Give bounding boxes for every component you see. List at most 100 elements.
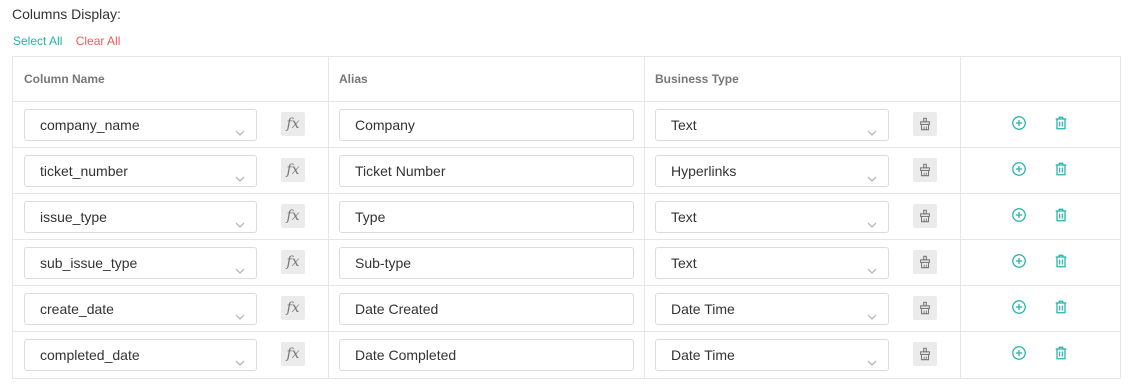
- alias-value: Date Completed: [355, 347, 457, 363]
- business-type-select[interactable]: Text: [655, 109, 889, 141]
- table-row: issue_type fx Type Text: [13, 194, 1120, 240]
- formula-button[interactable]: fx: [281, 342, 305, 366]
- formula-button[interactable]: fx: [281, 250, 305, 274]
- add-row-button[interactable]: [1011, 345, 1029, 363]
- delete-row-button[interactable]: [1053, 253, 1071, 271]
- add-row-button[interactable]: [1011, 253, 1029, 271]
- quick-actions: Select All Clear All: [13, 34, 120, 48]
- add-circle-icon: [1011, 253, 1029, 269]
- trash-icon: [1053, 299, 1071, 315]
- format-brush-icon: [918, 117, 932, 131]
- select-all-link[interactable]: Select All: [13, 34, 62, 48]
- chevron-down-icon: [866, 257, 878, 274]
- column-name-select[interactable]: completed_date: [24, 339, 257, 371]
- function-fx-icon: fx: [286, 208, 300, 224]
- trash-icon: [1053, 161, 1071, 177]
- delete-row-button[interactable]: [1053, 161, 1071, 179]
- function-fx-icon: fx: [286, 346, 300, 362]
- business-type-value: Text: [671, 117, 697, 133]
- table-row: create_date fx Date Created Date Time: [13, 286, 1120, 332]
- format-button[interactable]: [913, 204, 937, 228]
- header-business-type: Business Type: [655, 72, 739, 86]
- chevron-down-icon: [866, 303, 878, 320]
- column-name-select[interactable]: ticket_number: [24, 155, 257, 187]
- add-circle-icon: [1011, 115, 1029, 131]
- function-fx-icon: fx: [286, 162, 300, 178]
- column-name-value: issue_type: [40, 209, 107, 225]
- delete-row-button[interactable]: [1053, 299, 1071, 317]
- function-fx-icon: fx: [286, 116, 300, 132]
- column-name-select[interactable]: issue_type: [24, 201, 257, 233]
- header-alias: Alias: [339, 72, 368, 86]
- table-row: sub_issue_type fx Sub-type Text: [13, 240, 1120, 286]
- delete-row-button[interactable]: [1053, 345, 1071, 363]
- alias-value: Type: [355, 209, 386, 225]
- trash-icon: [1053, 345, 1071, 361]
- add-circle-icon: [1011, 299, 1029, 315]
- format-brush-icon: [918, 209, 932, 223]
- formula-button[interactable]: fx: [281, 158, 305, 182]
- formula-button[interactable]: fx: [281, 296, 305, 320]
- alias-input[interactable]: Company: [339, 109, 634, 141]
- formula-button[interactable]: fx: [281, 112, 305, 136]
- format-button[interactable]: [913, 296, 937, 320]
- format-button[interactable]: [913, 158, 937, 182]
- alias-input[interactable]: Date Created: [339, 293, 634, 325]
- chevron-down-icon: [234, 165, 246, 182]
- columns-display-title: Columns Display:: [12, 6, 121, 22]
- format-brush-icon: [918, 255, 932, 269]
- column-name-value: create_date: [40, 301, 114, 317]
- table-row: company_name fx Company Text: [13, 102, 1120, 148]
- business-type-select[interactable]: Hyperlinks: [655, 155, 889, 187]
- add-row-button[interactable]: [1011, 115, 1029, 133]
- trash-icon: [1053, 207, 1071, 223]
- business-type-select[interactable]: Date Time: [655, 293, 889, 325]
- add-circle-icon: [1011, 207, 1029, 223]
- add-circle-icon: [1011, 345, 1029, 361]
- chevron-down-icon: [234, 349, 246, 366]
- business-type-value: Text: [671, 209, 697, 225]
- chevron-down-icon: [866, 211, 878, 228]
- chevron-down-icon: [234, 303, 246, 320]
- business-type-value: Date Time: [671, 347, 735, 363]
- business-type-select[interactable]: Text: [655, 201, 889, 233]
- trash-icon: [1053, 253, 1071, 269]
- table-row: completed_date fx Date Completed Date Ti…: [13, 332, 1120, 378]
- chevron-down-icon: [866, 165, 878, 182]
- add-row-button[interactable]: [1011, 207, 1029, 225]
- column-name-value: completed_date: [40, 347, 140, 363]
- alias-value: Ticket Number: [355, 163, 446, 179]
- format-button[interactable]: [913, 112, 937, 136]
- column-name-select[interactable]: create_date: [24, 293, 257, 325]
- table-row: ticket_number fx Ticket Number Hyperlink…: [13, 148, 1120, 194]
- business-type-select[interactable]: Text: [655, 247, 889, 279]
- chevron-down-icon: [234, 119, 246, 136]
- clear-all-link[interactable]: Clear All: [76, 34, 121, 48]
- alias-input[interactable]: Ticket Number: [339, 155, 634, 187]
- alias-value: Date Created: [355, 301, 439, 317]
- chevron-down-icon: [234, 257, 246, 274]
- business-type-value: Text: [671, 255, 697, 271]
- format-brush-icon: [918, 301, 932, 315]
- chevron-down-icon: [866, 349, 878, 366]
- chevron-down-icon: [234, 211, 246, 228]
- delete-row-button[interactable]: [1053, 207, 1071, 225]
- business-type-value: Hyperlinks: [671, 163, 737, 179]
- column-name-select[interactable]: company_name: [24, 109, 257, 141]
- format-button[interactable]: [913, 342, 937, 366]
- table-header: Column Name Alias Business Type: [13, 57, 1120, 102]
- business-type-value: Date Time: [671, 301, 735, 317]
- alias-input[interactable]: Sub-type: [339, 247, 634, 279]
- alias-input[interactable]: Type: [339, 201, 634, 233]
- formula-button[interactable]: fx: [281, 204, 305, 228]
- column-name-select[interactable]: sub_issue_type: [24, 247, 257, 279]
- delete-row-button[interactable]: [1053, 115, 1071, 133]
- format-button[interactable]: [913, 250, 937, 274]
- alias-input[interactable]: Date Completed: [339, 339, 634, 371]
- business-type-select[interactable]: Date Time: [655, 339, 889, 371]
- add-row-button[interactable]: [1011, 161, 1029, 179]
- columns-table: Column Name Alias Business Type company_…: [12, 56, 1121, 379]
- format-brush-icon: [918, 163, 932, 177]
- alias-value: Company: [355, 117, 415, 133]
- add-row-button[interactable]: [1011, 299, 1029, 317]
